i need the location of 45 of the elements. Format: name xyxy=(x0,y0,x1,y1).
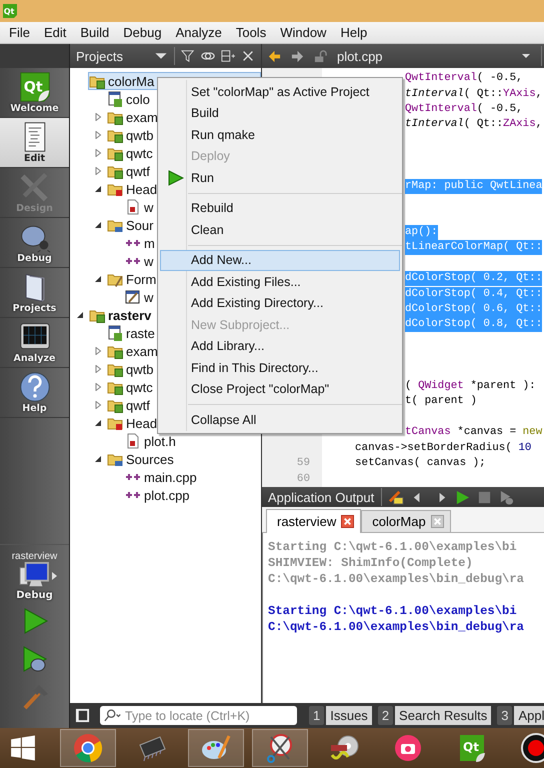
tree-label: qwtc xyxy=(126,380,153,394)
tree-label: colorMa xyxy=(108,74,154,88)
output-line: C:\qwt-6.1.00\examples\bin_debug\ra xyxy=(268,620,524,634)
tree-label: plot.cpp xyxy=(144,488,190,502)
qt-logo-icon: Qt xyxy=(2,3,18,19)
tree-label: qwtb xyxy=(126,362,154,376)
tree-label: plot.h xyxy=(144,434,176,448)
line-number: 59 xyxy=(296,457,310,470)
code-line: ( QWidget *parent ): xyxy=(405,379,536,394)
tree-label: main.cpp xyxy=(144,470,197,484)
tree-label: colo xyxy=(126,92,150,106)
tree-label: Head xyxy=(126,416,158,430)
line-number: 60 xyxy=(296,472,310,485)
tree-label: w xyxy=(144,254,154,268)
output-line: Starting C:\qwt-6.1.00\examples\bi xyxy=(268,540,517,554)
code-line: canvas->setBorderRadius( 10 xyxy=(355,440,532,456)
code-line: QwtInterval( -0.5, xyxy=(405,102,523,117)
code-line: tInterval( Qt::ZAxis, xyxy=(405,117,542,132)
tree-label: Sources xyxy=(126,452,174,466)
output-line: SHIMVIEW: ShimInfo(Complete) xyxy=(268,556,473,570)
output-line: C:\qwt-6.1.00\examples\bin_debug\ra xyxy=(268,572,524,586)
tree-label: qwtf xyxy=(126,398,150,412)
pane-title: Projects xyxy=(76,48,124,64)
tree-label: qwtb xyxy=(126,128,154,142)
tree-label: Sour xyxy=(126,218,154,232)
pane-title: Application Output xyxy=(268,490,374,504)
qt-logo-icon: Qt xyxy=(18,71,50,103)
code-line: tInterval( Qt::YAxis, xyxy=(405,86,542,102)
tree-label: w xyxy=(144,200,154,214)
tree-label: Head xyxy=(126,182,158,196)
code-line: QwtInterval( -0.5, xyxy=(405,71,523,86)
code-line: tCanvas *canvas = new xyxy=(405,425,542,440)
tree-label: exam xyxy=(126,344,158,358)
tree-label: qwtc xyxy=(126,146,153,160)
tree-label: Form xyxy=(126,272,156,286)
tree-label: w xyxy=(144,290,154,304)
code-line: setCanvas( canvas ); xyxy=(355,456,486,471)
tree-label: rasterv xyxy=(108,308,152,322)
code-line: t( parent ) xyxy=(405,394,477,410)
tree-label: raste xyxy=(126,326,155,340)
tree-label: qwtf xyxy=(126,164,150,178)
tree-label: m xyxy=(144,236,155,250)
tree-label: exam xyxy=(126,110,158,124)
output-line: Starting C:\qwt-6.1.00\examples\bi xyxy=(268,604,517,618)
qt-logo-icon: Qt xyxy=(457,733,487,763)
